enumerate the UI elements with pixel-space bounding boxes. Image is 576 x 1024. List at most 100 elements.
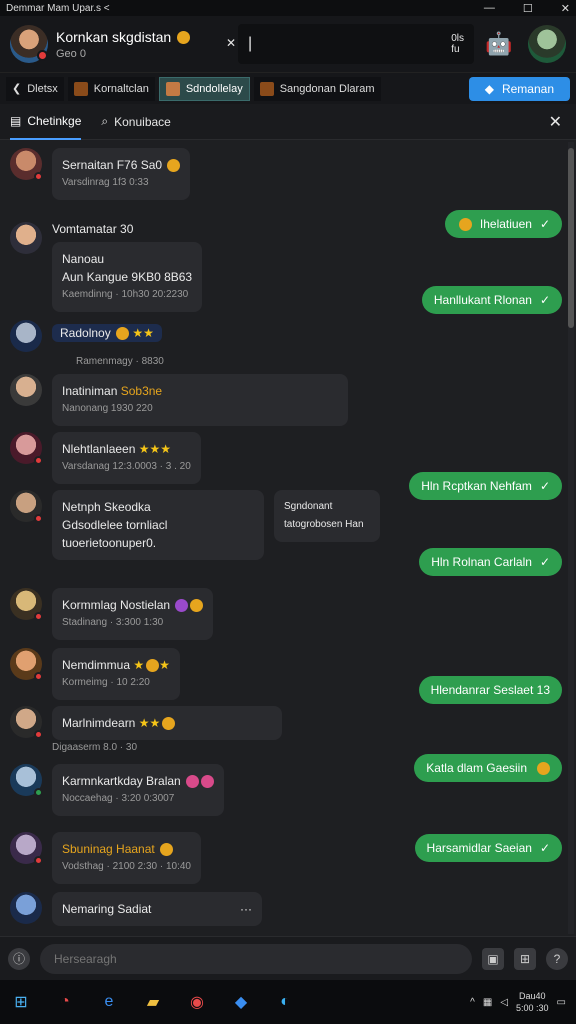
message-bubble: Nemaring Sadiat ···: [52, 892, 262, 926]
list-item[interactable]: Nemdimmua ★ ★ Kormeimg · 10 2:20: [10, 648, 180, 700]
notification-icon[interactable]: ▭: [557, 997, 566, 1008]
list-item[interactable]: Inatiniman Sob3ne Nanonang 1930 220: [10, 374, 348, 426]
profile-avatar[interactable]: [528, 25, 566, 63]
outgoing-message[interactable]: Hanllukant Rlonan ✓: [421, 286, 562, 314]
attach-icon[interactable]: ⓘ: [8, 947, 30, 970]
contact-avatar[interactable]: [10, 25, 48, 63]
message-bubble: Nlehtlanlaeen ★★★ Varsdanag 12:3.0003 · …: [52, 432, 201, 484]
avatar: [10, 148, 43, 181]
check-icon: ✓: [539, 217, 550, 231]
message-line: Netnph Skeodka: [62, 500, 151, 514]
star-icon: ★: [133, 658, 145, 672]
message-bubble: Marlnimdearn ★★: [52, 706, 282, 740]
avatar: [10, 892, 42, 924]
list-item[interactable]: Sbuninag Haanat Vodsthag · 2100 2:30 · 1…: [10, 832, 201, 884]
message-meta: Varsdanag 12:3.0003 · 3 . 20: [62, 461, 191, 472]
avatar: [10, 764, 43, 797]
avatar: [10, 320, 42, 352]
message-bubble: Inatiniman Sob3ne Nanonang 1930 220: [52, 374, 348, 426]
list-item[interactable]: Nlehtlanlaeen ★★★ Varsdanag 12:3.0003 · …: [10, 432, 201, 484]
emoji-icon: [167, 159, 181, 173]
gallery-icon[interactable]: ▣: [482, 947, 504, 970]
minimize-button[interactable]: —: [484, 2, 495, 15]
search-caret: |: [248, 35, 253, 52]
avatar: [10, 706, 43, 739]
document-icon: ▤: [10, 113, 22, 128]
list-item[interactable]: Kormmlag Nostielan Stadinang · 3:300 1:3…: [10, 588, 214, 640]
list-item[interactable]: Vomtamatar 30 Nanoau Aun Kangue 9KB0 8B6…: [10, 222, 203, 312]
send-icon[interactable]: ?: [546, 947, 568, 970]
chat-tab-icon: [165, 81, 180, 96]
message-bubble: Kormmlag Nostielan Stadinang · 3:300 1:3…: [52, 588, 214, 640]
outgoing-message[interactable]: Hln Rcptkan Nehfam ✓: [409, 472, 562, 500]
close-window-button[interactable]: ✕: [561, 2, 570, 15]
message-meta: Noccaehag · 3:20 0:3007: [62, 793, 175, 804]
message-side: Sgndonant tatogrobosen Han: [274, 490, 380, 542]
pin-icon[interactable]: ✕: [226, 36, 236, 50]
highlight-text: Sob3ne: [120, 384, 163, 398]
outgoing-message[interactable]: Ihelatiuen ✓: [444, 210, 562, 238]
window-controls: — ☐ ✕: [484, 2, 570, 15]
tab-0[interactable]: ❮ Dletsx: [6, 76, 64, 101]
status-dot: [37, 50, 48, 61]
avatar: [10, 432, 43, 465]
clock[interactable]: Dau40 5:00 :30: [516, 990, 549, 1014]
avatar: [10, 588, 43, 621]
check-icon: ✓: [539, 293, 550, 307]
outgoing-message[interactable]: Katla dlam Gaesiin: [414, 754, 562, 782]
message-meta: Kaemdinng · 10h30 20:2230: [62, 289, 189, 300]
start-icon[interactable]: ⊞: [10, 991, 32, 1013]
message-bubble: Karmnkartkday Bralan Noccaehag · 3:20 0:…: [52, 764, 225, 816]
list-item[interactable]: Marlnimdearn ★★ Digaaserm 8.0 · 30: [10, 706, 282, 753]
message-input[interactable]: [40, 943, 472, 974]
star-icon: ★★: [132, 326, 154, 340]
message-composer: ⓘ ▣ ⊞ ?: [0, 936, 576, 980]
network-icon[interactable]: ▦: [483, 997, 492, 1008]
star-icon: ★★: [138, 716, 161, 730]
message-meta: Stadinang · 3:300 1:30: [62, 617, 164, 628]
list-item[interactable]: Radolnoy ★★: [10, 320, 162, 352]
chrome-icon[interactable]: ◉: [186, 991, 208, 1013]
message-line: Nanoau: [62, 252, 105, 266]
tab-3[interactable]: Sangdonan Dlaram: [253, 76, 381, 101]
scroll-thumb[interactable]: [568, 148, 574, 328]
avatar: [10, 374, 42, 406]
store-icon[interactable]: ◆: [230, 991, 252, 1013]
tab-2[interactable]: Sdndollelay: [158, 76, 250, 101]
message-meta: Digaaserm 8.0 · 30: [52, 742, 138, 753]
messenger-icon[interactable]: ◐: [274, 991, 296, 1013]
browser-icon[interactable]: e: [98, 991, 120, 1013]
close-icon[interactable]: ✕: [549, 112, 562, 132]
list-item[interactable]: Karmnkartkday Bralan Noccaehag · 3:20 0:…: [10, 764, 225, 816]
message-bubble: Nemdimmua ★ ★ Kormeimg · 10 2:20: [52, 648, 180, 700]
app-icon[interactable]: ◔: [54, 991, 76, 1013]
speaker-icon[interactable]: ◁: [500, 997, 508, 1008]
tab-search[interactable]: ⌕ Konuibace: [101, 104, 170, 140]
action-button[interactable]: ◆ Remanan: [468, 76, 570, 101]
bot-icon[interactable]: 🤖: [484, 27, 514, 61]
message-meta: Ramenmagy · 8830: [76, 356, 164, 367]
message-bubble: Nanoau Aun Kangue 9KB0 8B63 Kaemdinng · …: [52, 242, 203, 312]
chat-scrollbar[interactable]: [568, 142, 574, 934]
gift-icon[interactable]: ⊞: [514, 947, 536, 970]
list-item[interactable]: Nemaring Sadiat ···: [10, 892, 262, 926]
chevron-up-icon[interactable]: ^: [470, 997, 475, 1008]
folder-icon[interactable]: ▰: [142, 991, 164, 1013]
contact-info: Kornkan skgdistan Geo 0: [56, 29, 191, 60]
list-item[interactable]: Sernaitan F76 Sa0 Varsdinrag 1f3 0:33: [10, 148, 191, 200]
tab-1[interactable]: Kornaltclan: [67, 76, 155, 101]
message-meta: Varsdinrag 1f3 0:33: [62, 177, 149, 188]
maximize-button[interactable]: ☐: [523, 2, 533, 15]
contact-status: Geo 0: [56, 47, 86, 60]
header-search-field[interactable]: | 0ls fu: [238, 24, 474, 64]
subtab-bar: ▤ Chetinkge ⌕ Konuibace ✕: [0, 104, 576, 140]
search-counter: 0ls fu: [451, 33, 464, 55]
archive-icon: [259, 81, 274, 96]
list-item[interactable]: Netnph Skeodka Gdsodlelee tornliacl tuoe…: [10, 490, 380, 560]
check-icon: ✓: [539, 479, 550, 493]
outgoing-message[interactable]: Harsamidlar Saeian ✓: [414, 834, 562, 862]
more-icon[interactable]: ···: [240, 900, 252, 918]
outgoing-message[interactable]: Hln Rolnan Carlaln ✓: [419, 548, 562, 576]
tab-chats[interactable]: ▤ Chetinkge: [10, 104, 82, 140]
outgoing-message[interactable]: Hlendanrar Seslaet 13: [418, 676, 562, 704]
